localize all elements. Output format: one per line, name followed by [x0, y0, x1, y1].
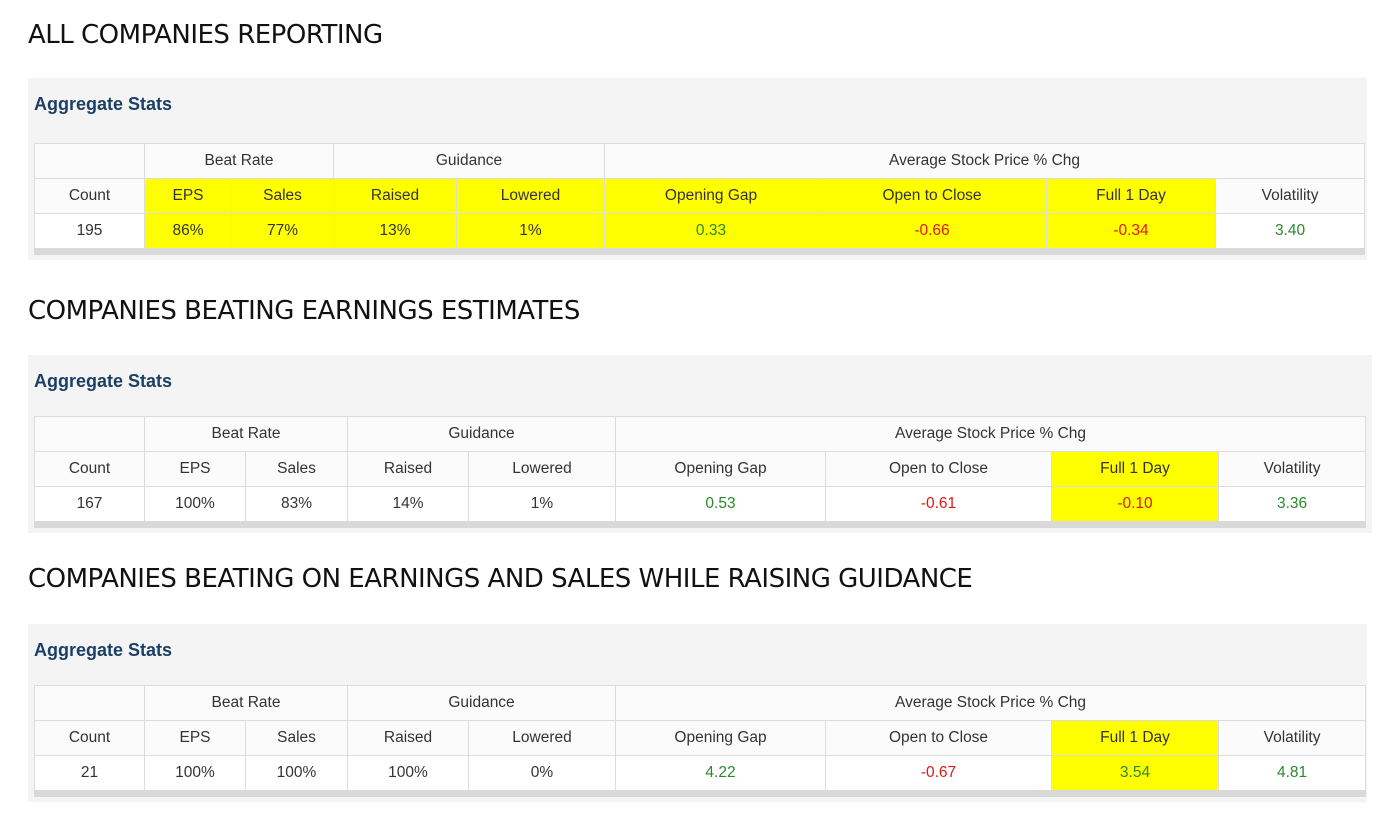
group-header-empty: [34, 416, 145, 452]
col-header-full-1-day: Full 1 Day: [1046, 178, 1217, 214]
group-header-guidance: Guidance: [332, 143, 606, 179]
col-header-volatility: Volatility: [1218, 451, 1367, 487]
col-header-full-1-day: Full 1 Day: [1051, 720, 1220, 756]
cell-volatility: 3.40: [1215, 213, 1366, 252]
table-row: 167 100% 83% 14% 1% 0.53 -0.61 -0.10 3.3…: [34, 486, 1367, 525]
col-header-lowered: Lowered: [455, 178, 606, 214]
col-header-eps: EPS: [144, 720, 246, 756]
col-header-count: Count: [34, 720, 145, 756]
col-header-count: Count: [34, 451, 145, 487]
section-title-beating-earnings: COMPANIES BEATING EARNINGS ESTIMATES: [28, 296, 580, 326]
aggregate-stats-panel: Aggregate Stats Beat Rate Guidance Avera…: [28, 355, 1372, 533]
cell-lowered: 1%: [467, 486, 617, 525]
col-header-volatility: Volatility: [1218, 720, 1367, 756]
cell-eps: 100%: [144, 755, 246, 794]
cell-open-to-close: -0.67: [825, 755, 1053, 794]
section-title-beating-earnings-sales-raising: COMPANIES BEATING ON EARNINGS AND SALES …: [28, 564, 973, 594]
cell-eps: 100%: [144, 486, 246, 525]
group-header-beat-rate: Beat Rate: [144, 143, 334, 179]
group-header-guidance: Guidance: [346, 685, 617, 721]
cell-count: 167: [34, 486, 145, 525]
cell-sales: 83%: [245, 486, 348, 525]
col-header-eps: EPS: [144, 451, 246, 487]
column-header-row: Count EPS Sales Raised Lowered Opening G…: [34, 720, 1367, 756]
col-header-lowered: Lowered: [467, 451, 617, 487]
cell-raised: 14%: [347, 486, 469, 525]
group-header-avg-price: Average Stock Price % Chg: [615, 416, 1367, 452]
cell-count: 195: [34, 213, 145, 252]
group-header-guidance: Guidance: [346, 416, 617, 452]
cell-raised: 13%: [333, 213, 457, 252]
col-header-raised: Raised: [347, 451, 469, 487]
cell-full-1-day: -0.34: [1046, 213, 1217, 252]
col-header-full-1-day: Full 1 Day: [1051, 451, 1220, 487]
cell-opening-gap: 0.53: [615, 486, 827, 525]
section-title-all-companies: ALL COMPANIES REPORTING: [28, 20, 383, 50]
col-header-sales: Sales: [245, 451, 348, 487]
cell-full-1-day: 3.54: [1051, 755, 1220, 794]
col-header-sales: Sales: [245, 720, 348, 756]
panel-title: Aggregate Stats: [34, 371, 173, 391]
column-header-row: Count EPS Sales Raised Lowered Opening G…: [34, 451, 1367, 487]
group-header-row: Beat Rate Guidance Average Stock Price %…: [34, 416, 1367, 452]
cell-eps: 86%: [144, 213, 232, 252]
cell-opening-gap: 4.22: [615, 755, 827, 794]
cell-volatility: 4.81: [1218, 755, 1367, 794]
cell-count: 21: [34, 755, 145, 794]
group-header-avg-price: Average Stock Price % Chg: [615, 685, 1367, 721]
aggregate-stats-table: Beat Rate Guidance Average Stock Price %…: [34, 143, 1366, 255]
col-header-opening-gap: Opening Gap: [615, 451, 827, 487]
cell-opening-gap: 0.33: [604, 213, 819, 252]
col-header-eps: EPS: [144, 178, 232, 214]
col-header-volatility: Volatility: [1215, 178, 1366, 214]
column-header-row: Count EPS Sales Raised Lowered Opening G…: [34, 178, 1366, 214]
table-row: 21 100% 100% 100% 0% 4.22 -0.67 3.54 4.8…: [34, 755, 1367, 794]
group-header-empty: [34, 685, 145, 721]
group-header-row: Beat Rate Guidance Average Stock Price %…: [34, 685, 1367, 721]
group-header-empty: [34, 143, 145, 179]
col-header-lowered: Lowered: [467, 720, 617, 756]
col-header-opening-gap: Opening Gap: [604, 178, 819, 214]
cell-open-to-close: -0.66: [817, 213, 1048, 252]
cell-open-to-close: -0.61: [825, 486, 1053, 525]
aggregate-stats-panel: Aggregate Stats Beat Rate Guidance Avera…: [28, 78, 1367, 260]
col-header-count: Count: [34, 178, 145, 214]
cell-sales: 77%: [231, 213, 334, 252]
group-header-avg-price: Average Stock Price % Chg: [604, 143, 1366, 179]
col-header-open-to-close: Open to Close: [817, 178, 1048, 214]
col-header-raised: Raised: [333, 178, 457, 214]
panel-title: Aggregate Stats: [34, 640, 173, 660]
group-header-beat-rate: Beat Rate: [144, 416, 348, 452]
col-header-opening-gap: Opening Gap: [615, 720, 827, 756]
group-header-row: Beat Rate Guidance Average Stock Price %…: [34, 143, 1366, 179]
cell-volatility: 3.36: [1218, 486, 1367, 525]
col-header-open-to-close: Open to Close: [825, 451, 1053, 487]
aggregate-stats-panel: Aggregate Stats Beat Rate Guidance Avera…: [28, 624, 1367, 802]
col-header-raised: Raised: [347, 720, 469, 756]
aggregate-stats-table: Beat Rate Guidance Average Stock Price %…: [34, 416, 1367, 528]
col-header-open-to-close: Open to Close: [825, 720, 1053, 756]
group-header-beat-rate: Beat Rate: [144, 685, 348, 721]
cell-full-1-day: -0.10: [1051, 486, 1220, 525]
cell-lowered: 1%: [455, 213, 606, 252]
cell-raised: 100%: [347, 755, 469, 794]
panel-title: Aggregate Stats: [34, 94, 173, 114]
col-header-sales: Sales: [231, 178, 334, 214]
cell-sales: 100%: [245, 755, 348, 794]
table-row: 195 86% 77% 13% 1% 0.33 -0.66 -0.34 3.40: [34, 213, 1366, 252]
aggregate-stats-table: Beat Rate Guidance Average Stock Price %…: [34, 685, 1367, 797]
cell-lowered: 0%: [467, 755, 617, 794]
